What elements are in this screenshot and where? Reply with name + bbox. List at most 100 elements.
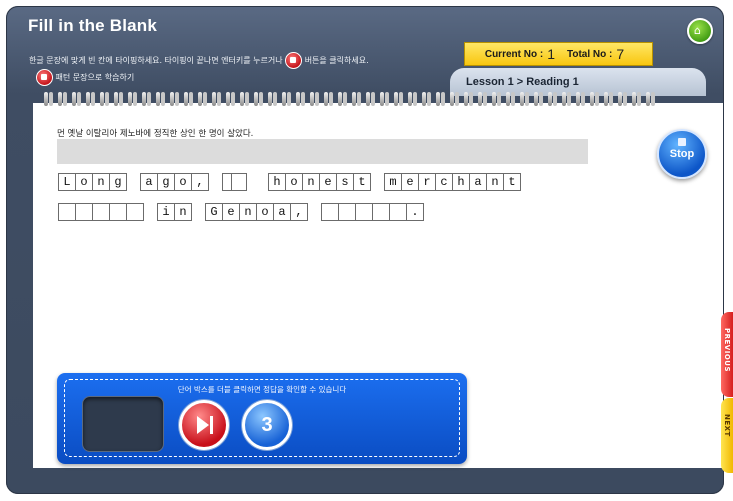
- spiral-ring: [408, 92, 412, 106]
- word-drop-slot[interactable]: [82, 396, 164, 452]
- spiral-ring: [576, 92, 580, 106]
- spiral-ring: [254, 92, 258, 106]
- word-box[interactable]: honest: [268, 173, 371, 191]
- word-box[interactable]: in: [157, 203, 192, 221]
- stop-label: Stop: [669, 148, 695, 160]
- spiral-ring: [58, 92, 62, 106]
- spiral-ring: [212, 92, 216, 106]
- hint-count-button[interactable]: 3: [242, 400, 292, 450]
- word-box[interactable]: ago,: [140, 173, 209, 191]
- spiral-ring: [156, 92, 160, 106]
- letter-cell: n: [92, 173, 110, 191]
- blank-word-input[interactable]: [222, 173, 247, 191]
- pattern-link[interactable]: 패턴 문장으로 학습하기: [36, 69, 134, 86]
- letter-cell: o: [285, 173, 303, 191]
- pattern-icon[interactable]: [36, 69, 53, 86]
- total-value: 7: [616, 46, 625, 62]
- spiral-ring: [562, 92, 566, 106]
- letter-cell: o: [75, 173, 93, 191]
- blank-cell[interactable]: [58, 203, 76, 221]
- blank-cell[interactable]: [355, 203, 373, 221]
- spiral-ring: [422, 92, 426, 106]
- pattern-link-label[interactable]: 패턴 문장으로 학습하기: [56, 73, 135, 82]
- word-box[interactable]: Long: [58, 173, 127, 191]
- spiral-ring: [464, 92, 468, 106]
- spiral-ring: [646, 92, 650, 106]
- spiral-ring: [338, 92, 342, 106]
- play-next-bar: [210, 416, 213, 434]
- word-box[interactable]: merchant: [384, 173, 521, 191]
- next-label: NEXT: [723, 414, 731, 437]
- blank-cell[interactable]: [372, 203, 390, 221]
- blank-cell[interactable]: [75, 203, 93, 221]
- letter-cell: e: [401, 173, 419, 191]
- spiral-ring: [394, 92, 398, 106]
- spiral-ring: [590, 92, 594, 106]
- next-tab[interactable]: NEXT: [721, 398, 733, 473]
- letter-cell: i: [157, 203, 175, 221]
- spiral-ring: [478, 92, 482, 106]
- letter-cell: n: [174, 203, 192, 221]
- spiral-ring: [352, 92, 356, 106]
- letter-cell: g: [157, 173, 175, 191]
- page-title: Fill in the Blank: [28, 16, 158, 35]
- letter-cell: g: [109, 173, 127, 191]
- blank-cell[interactable]: [126, 203, 144, 221]
- blank-word-input[interactable]: [58, 203, 144, 221]
- letter-cell: .: [406, 203, 424, 221]
- hint-tray: 단어 박스를 더블 클릭하면 정답을 확인할 수 있습니다 3: [57, 373, 467, 464]
- blank-cell[interactable]: [321, 203, 339, 221]
- letter-cell: ,: [191, 173, 209, 191]
- spiral-ring: [72, 92, 76, 106]
- spiral-ring: [548, 92, 552, 106]
- spiral-ring: [520, 92, 524, 106]
- spiral-ring: [282, 92, 286, 106]
- blank-cell[interactable]: [109, 203, 127, 221]
- spiral-ring: [380, 92, 384, 106]
- letter-cell: c: [435, 173, 453, 191]
- instruction-text: 한글 문장에 맞게 빈 칸에 타이핑하세요. 타이핑이 끝나면 엔터키를 누르거…: [29, 52, 369, 69]
- current-value: 1: [547, 46, 555, 62]
- letter-cell: t: [353, 173, 371, 191]
- play-next-button[interactable]: [179, 400, 229, 450]
- spiral-ring: [296, 92, 300, 106]
- home-button[interactable]: ⌂: [687, 18, 713, 44]
- spiral-ring: [492, 92, 496, 106]
- letter-cell: a: [469, 173, 487, 191]
- spiral-ring: [450, 92, 454, 106]
- tray-inner: 단어 박스를 더블 클릭하면 정답을 확인할 수 있습니다 3: [64, 379, 460, 457]
- spiral-ring: [170, 92, 174, 106]
- submit-icon: [285, 52, 303, 69]
- blank-cell[interactable]: [92, 203, 110, 221]
- word-box[interactable]: Genoa,: [205, 203, 308, 221]
- spiral-ring: [100, 92, 104, 106]
- spiral-ring: [184, 92, 188, 106]
- stop-icon: [678, 138, 686, 146]
- spiral-ring: [128, 92, 132, 106]
- blank-word-input[interactable]: .: [321, 203, 424, 221]
- blank-cell[interactable]: [389, 203, 407, 221]
- hint-bar: [57, 139, 588, 164]
- total-label: Total No :: [566, 48, 613, 60]
- spiral-ring: [618, 92, 622, 106]
- question-counter: Current No : 1 Total No : 7: [464, 42, 653, 66]
- letter-cell: a: [273, 203, 291, 221]
- letter-cell: e: [319, 173, 337, 191]
- letter-cell: o: [174, 173, 192, 191]
- spiral-ring: [604, 92, 608, 106]
- previous-tab[interactable]: PREVIOUS: [721, 312, 733, 397]
- stop-button[interactable]: Stop: [657, 129, 707, 179]
- play-next-icon: [197, 416, 209, 434]
- spiral-ring: [436, 92, 440, 106]
- letter-cell: n: [486, 173, 504, 191]
- spiral-ring: [506, 92, 510, 106]
- spiral-ring: [632, 92, 636, 106]
- letter-cell: G: [205, 203, 223, 221]
- letter-cell: s: [336, 173, 354, 191]
- blank-cell[interactable]: [231, 173, 247, 191]
- spiral-ring: [114, 92, 118, 106]
- tray-message: 단어 박스를 더블 클릭하면 정답을 확인할 수 있습니다: [177, 385, 347, 394]
- blank-cell[interactable]: [338, 203, 356, 221]
- spiral-ring: [534, 92, 538, 106]
- letter-cell: o: [256, 203, 274, 221]
